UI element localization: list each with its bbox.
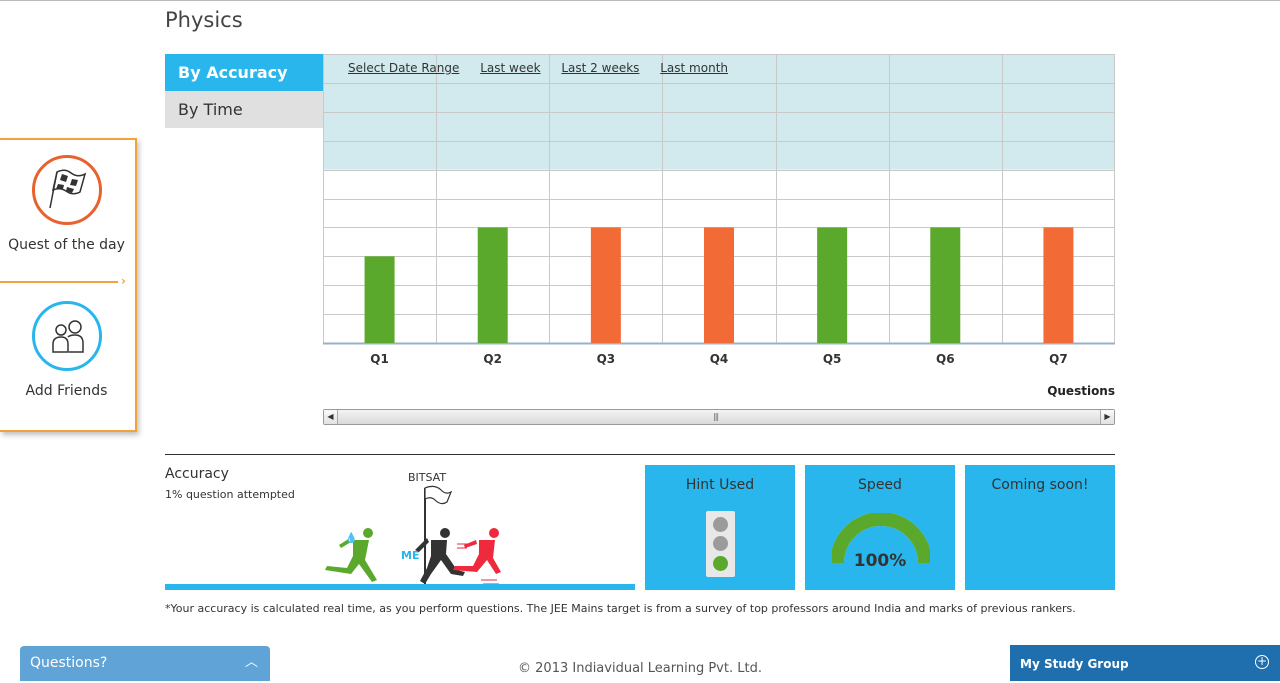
chart-bar-q2 — [477, 227, 508, 343]
questions-bar[interactable]: Questions? ︿ — [20, 646, 270, 681]
chevron-right-icon[interactable]: › — [121, 274, 126, 288]
questions-label[interactable]: Questions? — [30, 655, 107, 671]
speed-card: Speed 100% — [805, 465, 955, 590]
traffic-light-bottom — [713, 556, 728, 571]
chevron-up-icon[interactable]: ︿ — [245, 646, 258, 680]
x-tick-label-q3: Q3 — [596, 352, 616, 366]
hint-used-card: Hint Used — [645, 465, 795, 590]
tab-by-time[interactable]: By Time — [165, 91, 323, 128]
accuracy-bar-chart — [323, 54, 1115, 345]
accuracy-footnote: *Your accuracy is calculated real time, … — [165, 602, 1076, 615]
my-study-group-bar[interactable]: My Study Group + — [1010, 645, 1280, 681]
chart-bar-q1 — [364, 256, 395, 343]
x-tick-label-q6: Q6 — [936, 352, 955, 366]
traffic-light-middle — [713, 536, 728, 551]
scroll-right-arrow-icon[interactable]: ▶ — [1100, 410, 1114, 424]
coming-soon-title: Coming soon! — [991, 477, 1089, 493]
x-tick-label-q2: Q2 — [483, 352, 502, 366]
coming-soon-card: Coming soon! — [965, 465, 1115, 590]
scroll-left-arrow-icon[interactable]: ◀ — [324, 410, 338, 424]
red-runner-icon — [453, 528, 501, 585]
quest-label[interactable]: Quest of the day — [0, 235, 133, 255]
last-week-link[interactable]: Last week — [480, 61, 540, 75]
flag-icon — [424, 485, 453, 505]
scroll-grip-icon[interactable]: ||| — [713, 412, 719, 421]
left-action-panel: Quest of the day › Add Friends — [0, 138, 137, 432]
x-tick-label-q1: Q1 — [370, 352, 389, 366]
panel-divider — [0, 281, 118, 283]
select-date-range-link[interactable]: Select Date Range — [348, 61, 459, 75]
chart-bar-q5 — [817, 227, 848, 343]
chart-scrollbar[interactable]: ◀ ||| ▶ — [323, 409, 1115, 425]
traffic-light-icon — [706, 511, 735, 577]
green-runner-icon: 💧 — [325, 528, 377, 582]
checkered-flag-icon — [48, 169, 86, 209]
add-friends[interactable]: Add Friends — [0, 301, 133, 401]
last-month-link[interactable]: Last month — [660, 61, 728, 75]
chart-bar-q3 — [590, 227, 621, 343]
top-border — [0, 0, 1280, 1]
friends-label[interactable]: Add Friends — [0, 381, 133, 401]
friends-circle[interactable] — [31, 301, 102, 371]
chart-bar-q7 — [1043, 227, 1074, 343]
speed-title: Speed — [858, 477, 902, 493]
chart-bar-q6 — [930, 227, 961, 343]
tab-by-accuracy[interactable]: By Accuracy — [165, 54, 323, 91]
traffic-light-top — [713, 517, 728, 532]
date-range-links: Select Date Range Last week Last 2 weeks… — [348, 61, 745, 75]
x-tick-label-q5: Q5 — [822, 352, 842, 366]
add-circle-icon[interactable]: + — [1255, 655, 1269, 669]
hint-used-title: Hint Used — [685, 477, 755, 493]
black-runner-icon — [415, 528, 465, 584]
last-2-weeks-link[interactable]: Last 2 weeks — [561, 61, 639, 75]
quest-of-the-day[interactable]: Quest of the day — [0, 155, 133, 255]
page-title: Physics — [165, 8, 243, 32]
friends-icon — [51, 320, 84, 353]
x-tick-label-q4: Q4 — [709, 352, 729, 366]
quest-circle[interactable] — [31, 155, 102, 225]
me-label: ME — [401, 549, 419, 562]
x-axis-title: Questions — [1047, 384, 1115, 398]
race-track — [165, 584, 635, 590]
svg-text:💧: 💧 — [345, 531, 357, 544]
speed-value: 100% — [853, 551, 907, 571]
bitsat-flag-label: BITSAT — [408, 471, 446, 484]
chart-bar-q4 — [704, 227, 734, 343]
section-divider — [165, 454, 1115, 455]
x-tick-label-q7: Q7 — [1049, 352, 1068, 366]
study-group-label[interactable]: My Study Group — [1020, 657, 1129, 671]
race-illustration: BITSAT 💧 ME — [325, 471, 501, 586]
